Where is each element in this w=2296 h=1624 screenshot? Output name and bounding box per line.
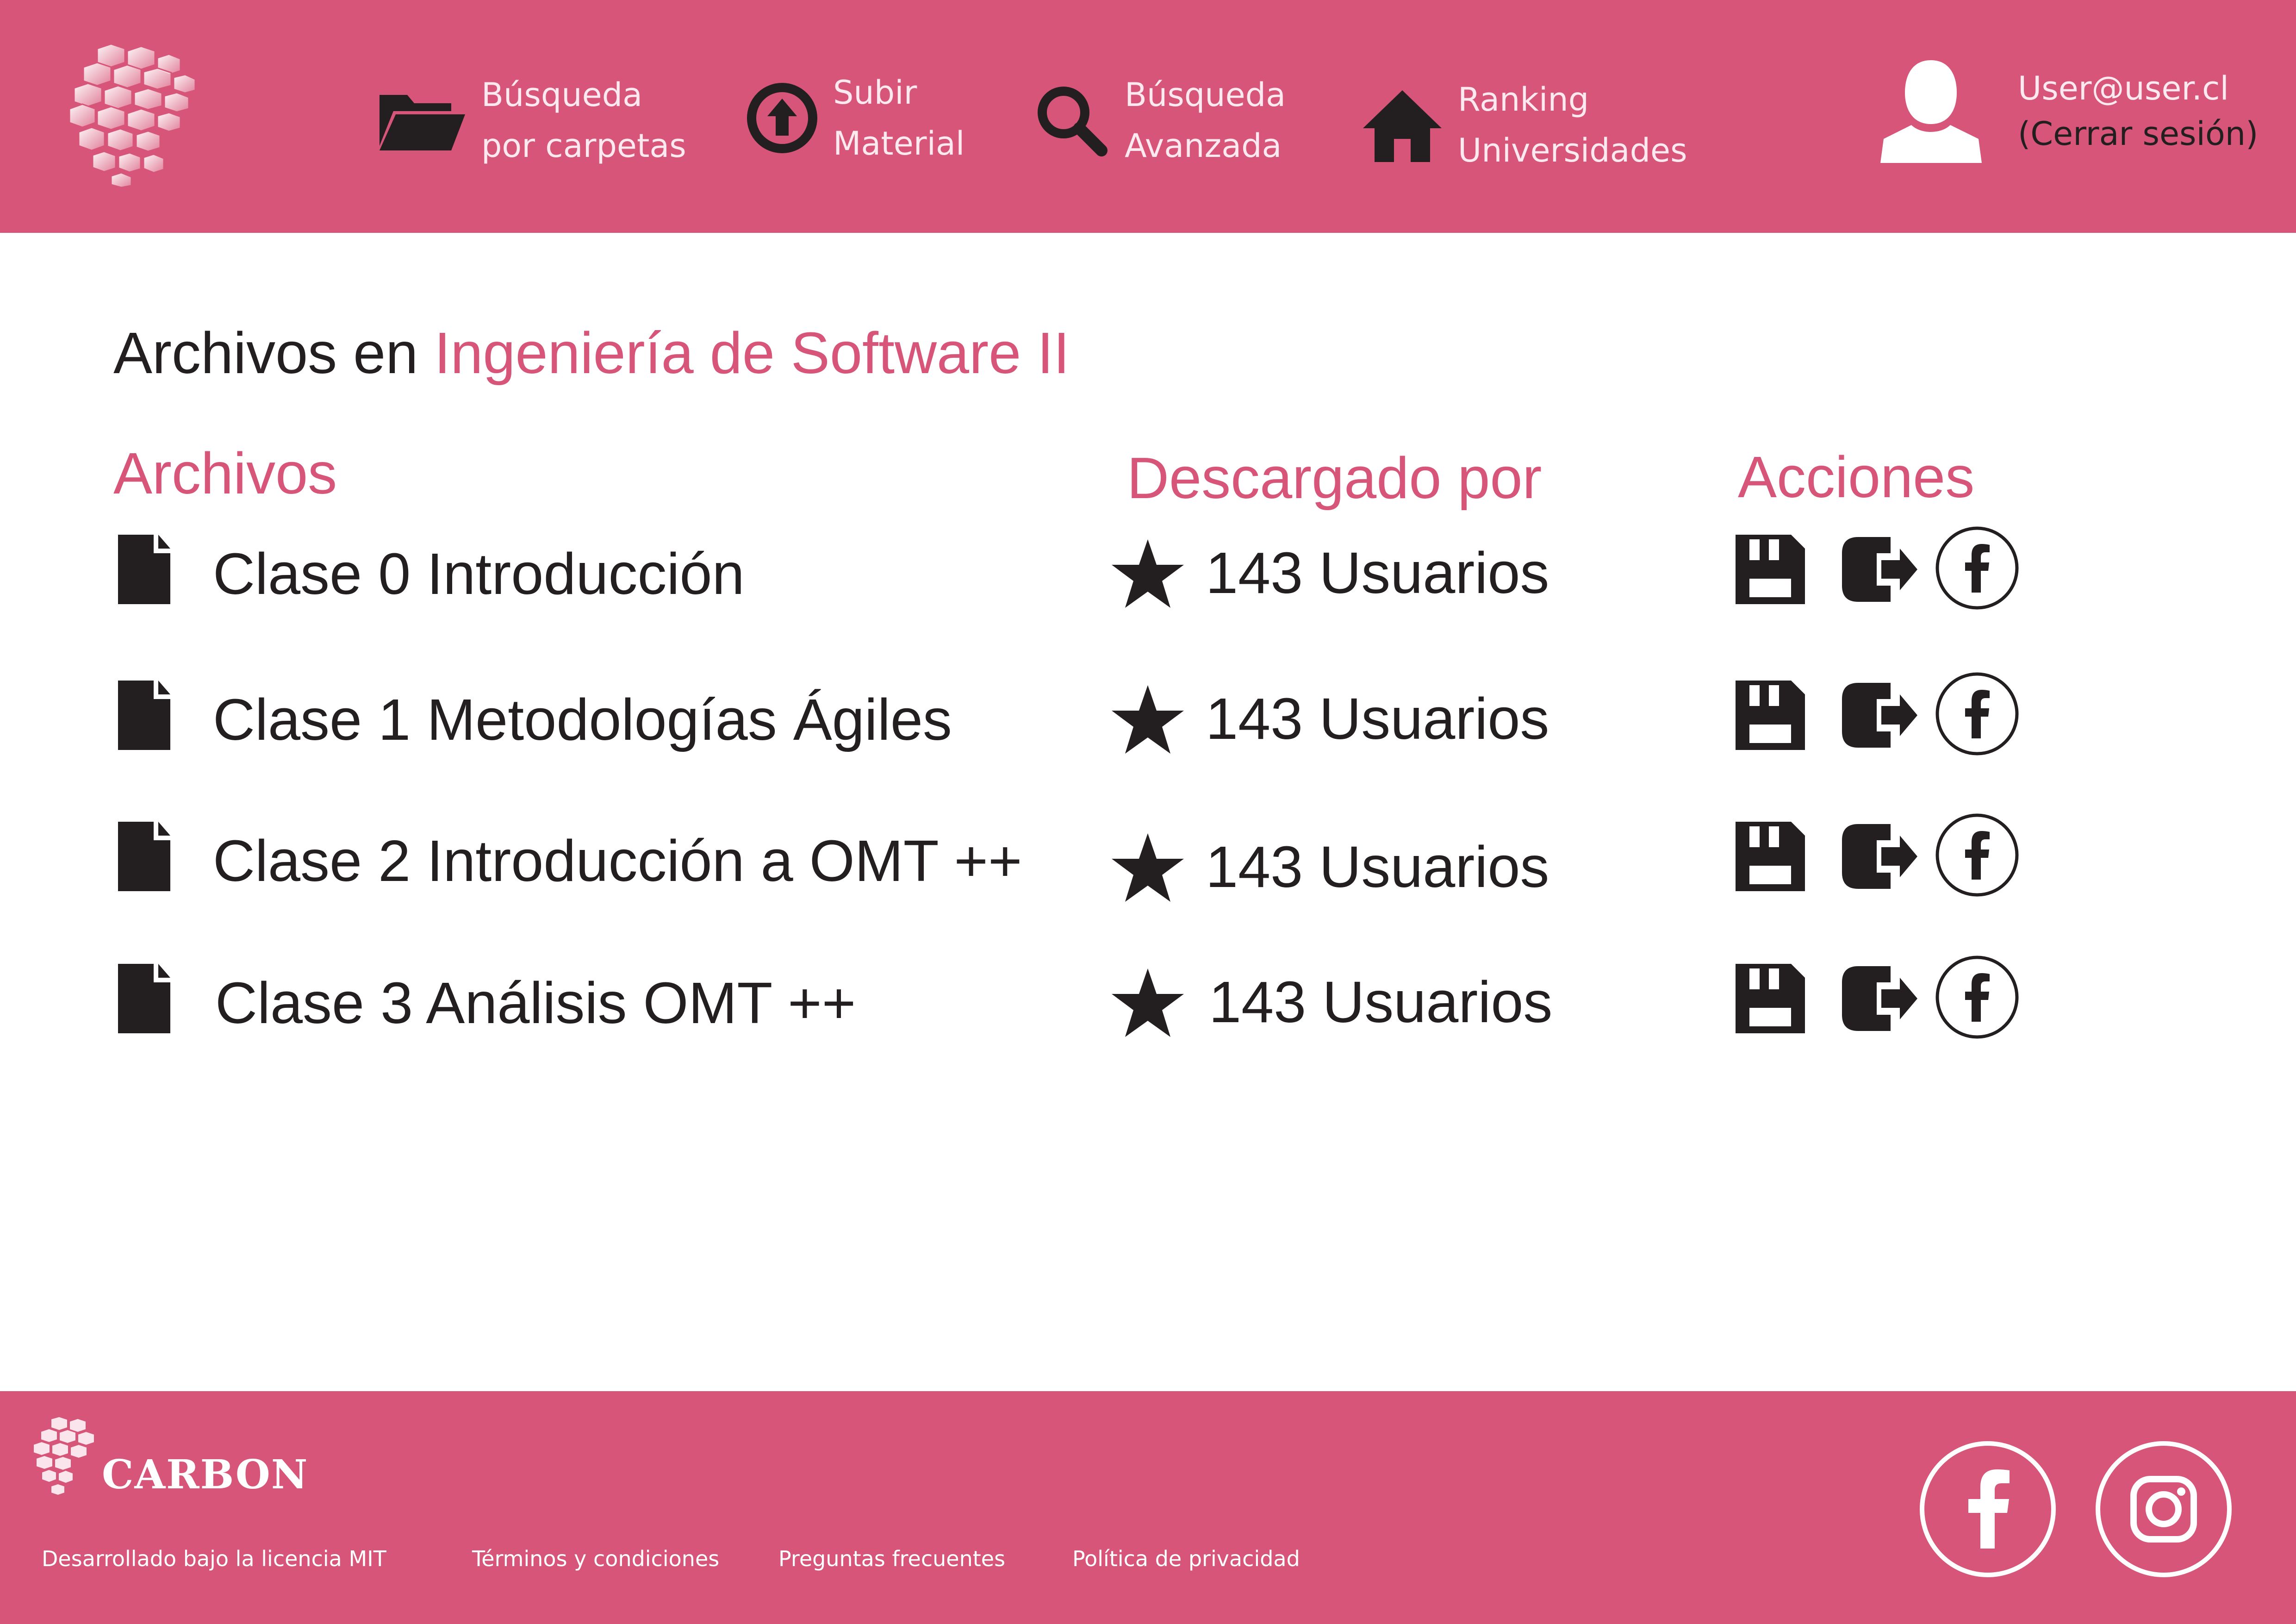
file-row: Clase 1 Metodologías Ágiles 143 Usuarios <box>116 672 2198 773</box>
column-header-actions: Acciones <box>1738 444 1975 510</box>
share-exit-icon[interactable] <box>1840 681 1918 750</box>
column-header-files: Archivos <box>113 441 337 506</box>
star-icon <box>1112 685 1184 754</box>
nav-label-line2: por carpetas <box>481 127 686 165</box>
nav-advanced-search[interactable]: Búsqueda Avanzada <box>1032 69 1286 171</box>
facebook-circle-icon[interactable] <box>1935 812 2020 898</box>
file-icon <box>118 964 170 1033</box>
nav-folder-search[interactable]: Búsqueda por carpetas <box>375 69 686 171</box>
user-menu[interactable]: User@user.cl (Cerrar sesión) <box>1879 56 2258 167</box>
course-name: Ingeniería de Software II <box>434 320 1070 386</box>
save-icon[interactable] <box>1736 822 1805 891</box>
nav-label-line1: Búsqueda <box>1125 76 1286 114</box>
brand-name: CARBON <box>102 1451 309 1498</box>
page-title-prefix: Archivos en <box>113 320 418 386</box>
nav-label-line1: Búsqueda <box>481 76 643 114</box>
file-icon <box>118 535 170 604</box>
nav-label-line2: Universidades <box>1458 131 1687 169</box>
logout-link[interactable]: (Cerrar sesión) <box>2018 111 2258 156</box>
file-row: Clase 0 Introducción 143 Usuarios <box>116 526 2198 627</box>
nav-label-line1: Ranking <box>1458 81 1589 119</box>
upload-circle-icon <box>745 72 819 164</box>
home-icon <box>1361 79 1444 171</box>
facebook-circle-icon[interactable] <box>1935 955 2020 1040</box>
star-icon <box>1112 539 1184 608</box>
facebook-circle-icon[interactable] <box>1935 671 2020 756</box>
download-count: 143 Usuarios <box>1209 969 1553 1035</box>
faq-link[interactable]: Preguntas frecuentes <box>778 1546 1005 1571</box>
file-icon <box>118 681 170 750</box>
star-icon <box>1112 833 1184 902</box>
top-navbar: Búsqueda por carpetas Subir Material Bús… <box>0 0 2296 233</box>
page-title: Archivos en Ingeniería de Software II <box>113 319 1070 387</box>
file-name-link[interactable]: Clase 3 Análisis OMT ++ <box>215 969 856 1037</box>
file-icon <box>118 822 170 891</box>
file-name-link[interactable]: Clase 1 Metodologías Ágiles <box>213 686 952 753</box>
hexagon-logo-icon[interactable] <box>69 44 204 187</box>
user-avatar-icon <box>1880 60 1982 163</box>
footer: CARBON Desarrollado bajo la licencia MIT… <box>0 1391 2296 1624</box>
nav-upload-material[interactable]: Subir Material <box>745 67 964 169</box>
download-count: 143 Usuarios <box>1206 540 1549 606</box>
star-icon <box>1112 968 1184 1037</box>
download-count: 143 Usuarios <box>1206 686 1549 751</box>
privacy-link[interactable]: Política de privacidad <box>1072 1546 1300 1571</box>
file-name-link[interactable]: Clase 2 Introducción a OMT ++ <box>213 827 1022 894</box>
save-icon[interactable] <box>1736 964 1805 1033</box>
facebook-icon[interactable] <box>1918 1440 2057 1579</box>
download-count: 143 Usuarios <box>1206 834 1549 899</box>
save-icon[interactable] <box>1736 681 1805 750</box>
license-link[interactable]: Desarrollado bajo la licencia MIT <box>42 1546 386 1571</box>
magnifier-icon <box>1032 74 1111 167</box>
save-icon[interactable] <box>1736 535 1805 604</box>
share-exit-icon[interactable] <box>1840 535 1918 604</box>
facebook-circle-icon[interactable] <box>1935 525 2020 611</box>
user-email: User@user.cl <box>2018 69 2229 107</box>
hexagon-logo-icon <box>33 1417 95 1496</box>
file-name-link[interactable]: Clase 0 Introducción <box>213 540 745 607</box>
share-exit-icon[interactable] <box>1840 822 1918 891</box>
folder-open-icon <box>375 74 467 167</box>
instagram-icon[interactable] <box>2094 1440 2233 1579</box>
terms-link[interactable]: Términos y condiciones <box>472 1546 719 1571</box>
nav-label-line2: Material <box>833 125 965 162</box>
nav-university-ranking[interactable]: Ranking Universidades <box>1361 74 1687 176</box>
nav-label-line2: Avanzada <box>1125 127 1282 165</box>
file-row: Clase 3 Análisis OMT ++ 143 Usuarios <box>116 956 2198 1056</box>
nav-label-line1: Subir <box>833 74 917 112</box>
file-row: Clase 2 Introducción a OMT ++ 143 Usuari… <box>116 813 2198 914</box>
share-exit-icon[interactable] <box>1840 964 1918 1033</box>
column-header-downloads: Descargado por <box>1127 445 1542 511</box>
